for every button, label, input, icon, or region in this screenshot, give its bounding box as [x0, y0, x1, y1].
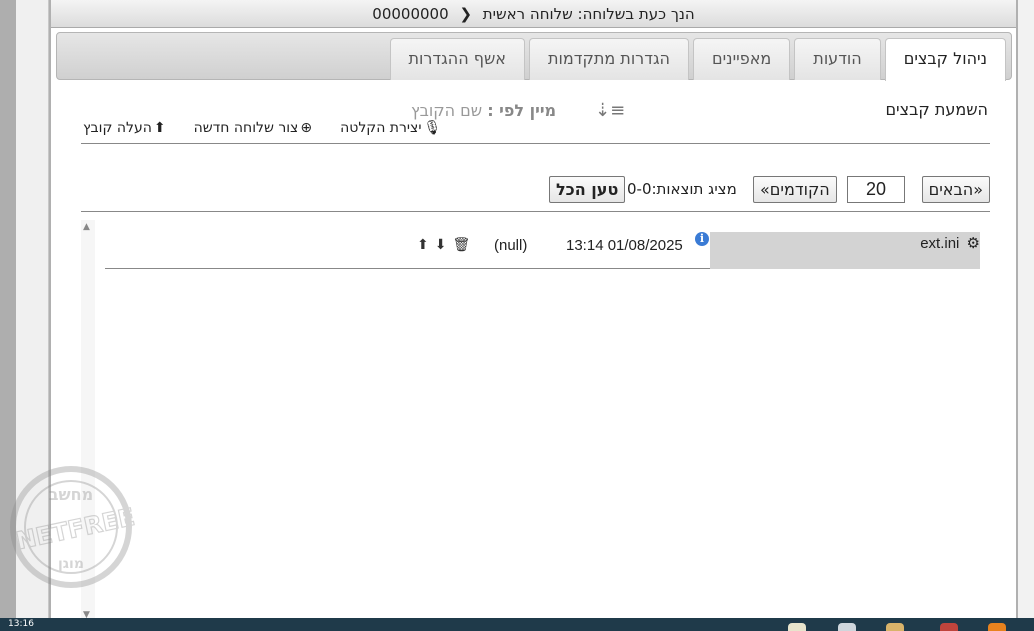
gears-icon[interactable]: ⚙: [967, 235, 980, 252]
title-bar: הנך כעת בשלוחה: שלוחה ראשית ❮ 00000000: [51, 0, 1016, 28]
taskbar-app-icon[interactable]: [838, 623, 856, 631]
record-button[interactable]: 🎙 יצירת הקלטה: [340, 120, 441, 136]
create-extension-button[interactable]: ⊕ צור שלוחה חדשה: [194, 120, 313, 136]
upload-file-label: העלה קובץ: [83, 120, 152, 136]
taskbar-app-icon[interactable]: [988, 623, 1006, 631]
taskbar: 13:16: [0, 618, 1034, 631]
section-title: השמעת קבצים: [885, 100, 988, 119]
watermark-top: מחשב: [49, 485, 93, 504]
taskbar-app-icon[interactable]: [788, 623, 806, 631]
extension-number: 00000000: [372, 5, 449, 23]
file-name: ext.ini: [920, 235, 960, 252]
file-name-cell[interactable]: ext.ini ⚙: [710, 232, 980, 269]
next-button[interactable]: «הבאים: [921, 176, 990, 203]
taskbar-app-icon[interactable]: [940, 623, 958, 631]
page-size-input[interactable]: 20: [847, 176, 905, 203]
file-list: ▲ ▼ ext.ini ⚙ i 13:14 01/08/2025 (null) …: [81, 220, 990, 620]
upload-file-button[interactable]: ⬆ העלה קובץ: [83, 120, 166, 136]
upload-icon: ⬆: [153, 120, 166, 136]
taskbar-app-icon[interactable]: [886, 623, 904, 631]
tab-advanced-settings[interactable]: הגדרות מתקדמות: [529, 38, 689, 80]
watermark-brand: NETFREE: [14, 503, 138, 555]
results-count: מציג תוצאות:0-0: [627, 180, 737, 198]
tab-properties[interactable]: מאפיינים: [692, 38, 791, 80]
main-frame: הנך כעת בשלוחה: שלוחה ראשית ❮ 00000000 נ…: [49, 0, 1018, 620]
scroll-up-icon[interactable]: ▲: [83, 222, 90, 232]
upload-icon[interactable]: ⬆: [417, 237, 429, 253]
prev-button[interactable]: הקודמים»: [753, 176, 837, 203]
load-all-button[interactable]: טען הכל: [549, 176, 626, 203]
sort-value[interactable]: שם הקובץ: [411, 101, 482, 120]
netfree-watermark: מחשב NETFREE מוגן: [10, 466, 138, 588]
tab-bar: ניהול קבצים הודעות מאפיינים הגדרות מתקדמ…: [56, 32, 1012, 81]
sort-label: מיין לפי :: [487, 101, 557, 120]
file-value: (null): [494, 237, 528, 254]
info-icon[interactable]: i: [695, 232, 709, 246]
window-scrollbar[interactable]: [1017, 0, 1034, 618]
title-prefix: הנך כעת בשלוחה:: [577, 5, 695, 23]
file-toolbar: השמעת קבצים ⇣≡ מיין לפי : שם הקובץ ⬆ העל…: [81, 96, 990, 144]
sort-icon[interactable]: ⇣≡: [595, 100, 625, 121]
watermark-bottom: מוגן: [58, 556, 84, 572]
download-icon[interactable]: ⬇: [435, 237, 447, 253]
microphone-icon: 🎙: [423, 120, 442, 136]
trash-icon[interactable]: 🗑: [452, 237, 470, 253]
record-label: יצירת הקלטה: [340, 120, 422, 136]
file-row[interactable]: ext.ini ⚙ i 13:14 01/08/2025 (null) ⬆ ⬇ …: [105, 232, 980, 269]
tab-messages[interactable]: הודעות: [794, 38, 881, 80]
create-extension-label: צור שלוחה חדשה: [193, 120, 299, 136]
tab-file-management[interactable]: ניהול קבצים: [884, 38, 1006, 81]
tab-settings-wizard[interactable]: אשף ההגדרות: [389, 38, 525, 80]
pagination: «הבאים 20 הקודמים» מציג תוצאות:0-0 טען ה…: [81, 170, 990, 212]
plus-circle-icon: ⊕: [300, 120, 313, 136]
taskbar-clock: 13:16: [8, 619, 34, 629]
title-path[interactable]: שלוחה ראשית: [483, 5, 573, 23]
chevron-left-icon: ❮: [459, 5, 473, 23]
sort-selector[interactable]: מיין לפי : שם הקובץ: [411, 101, 556, 120]
file-datetime: 13:14 01/08/2025: [566, 237, 683, 254]
